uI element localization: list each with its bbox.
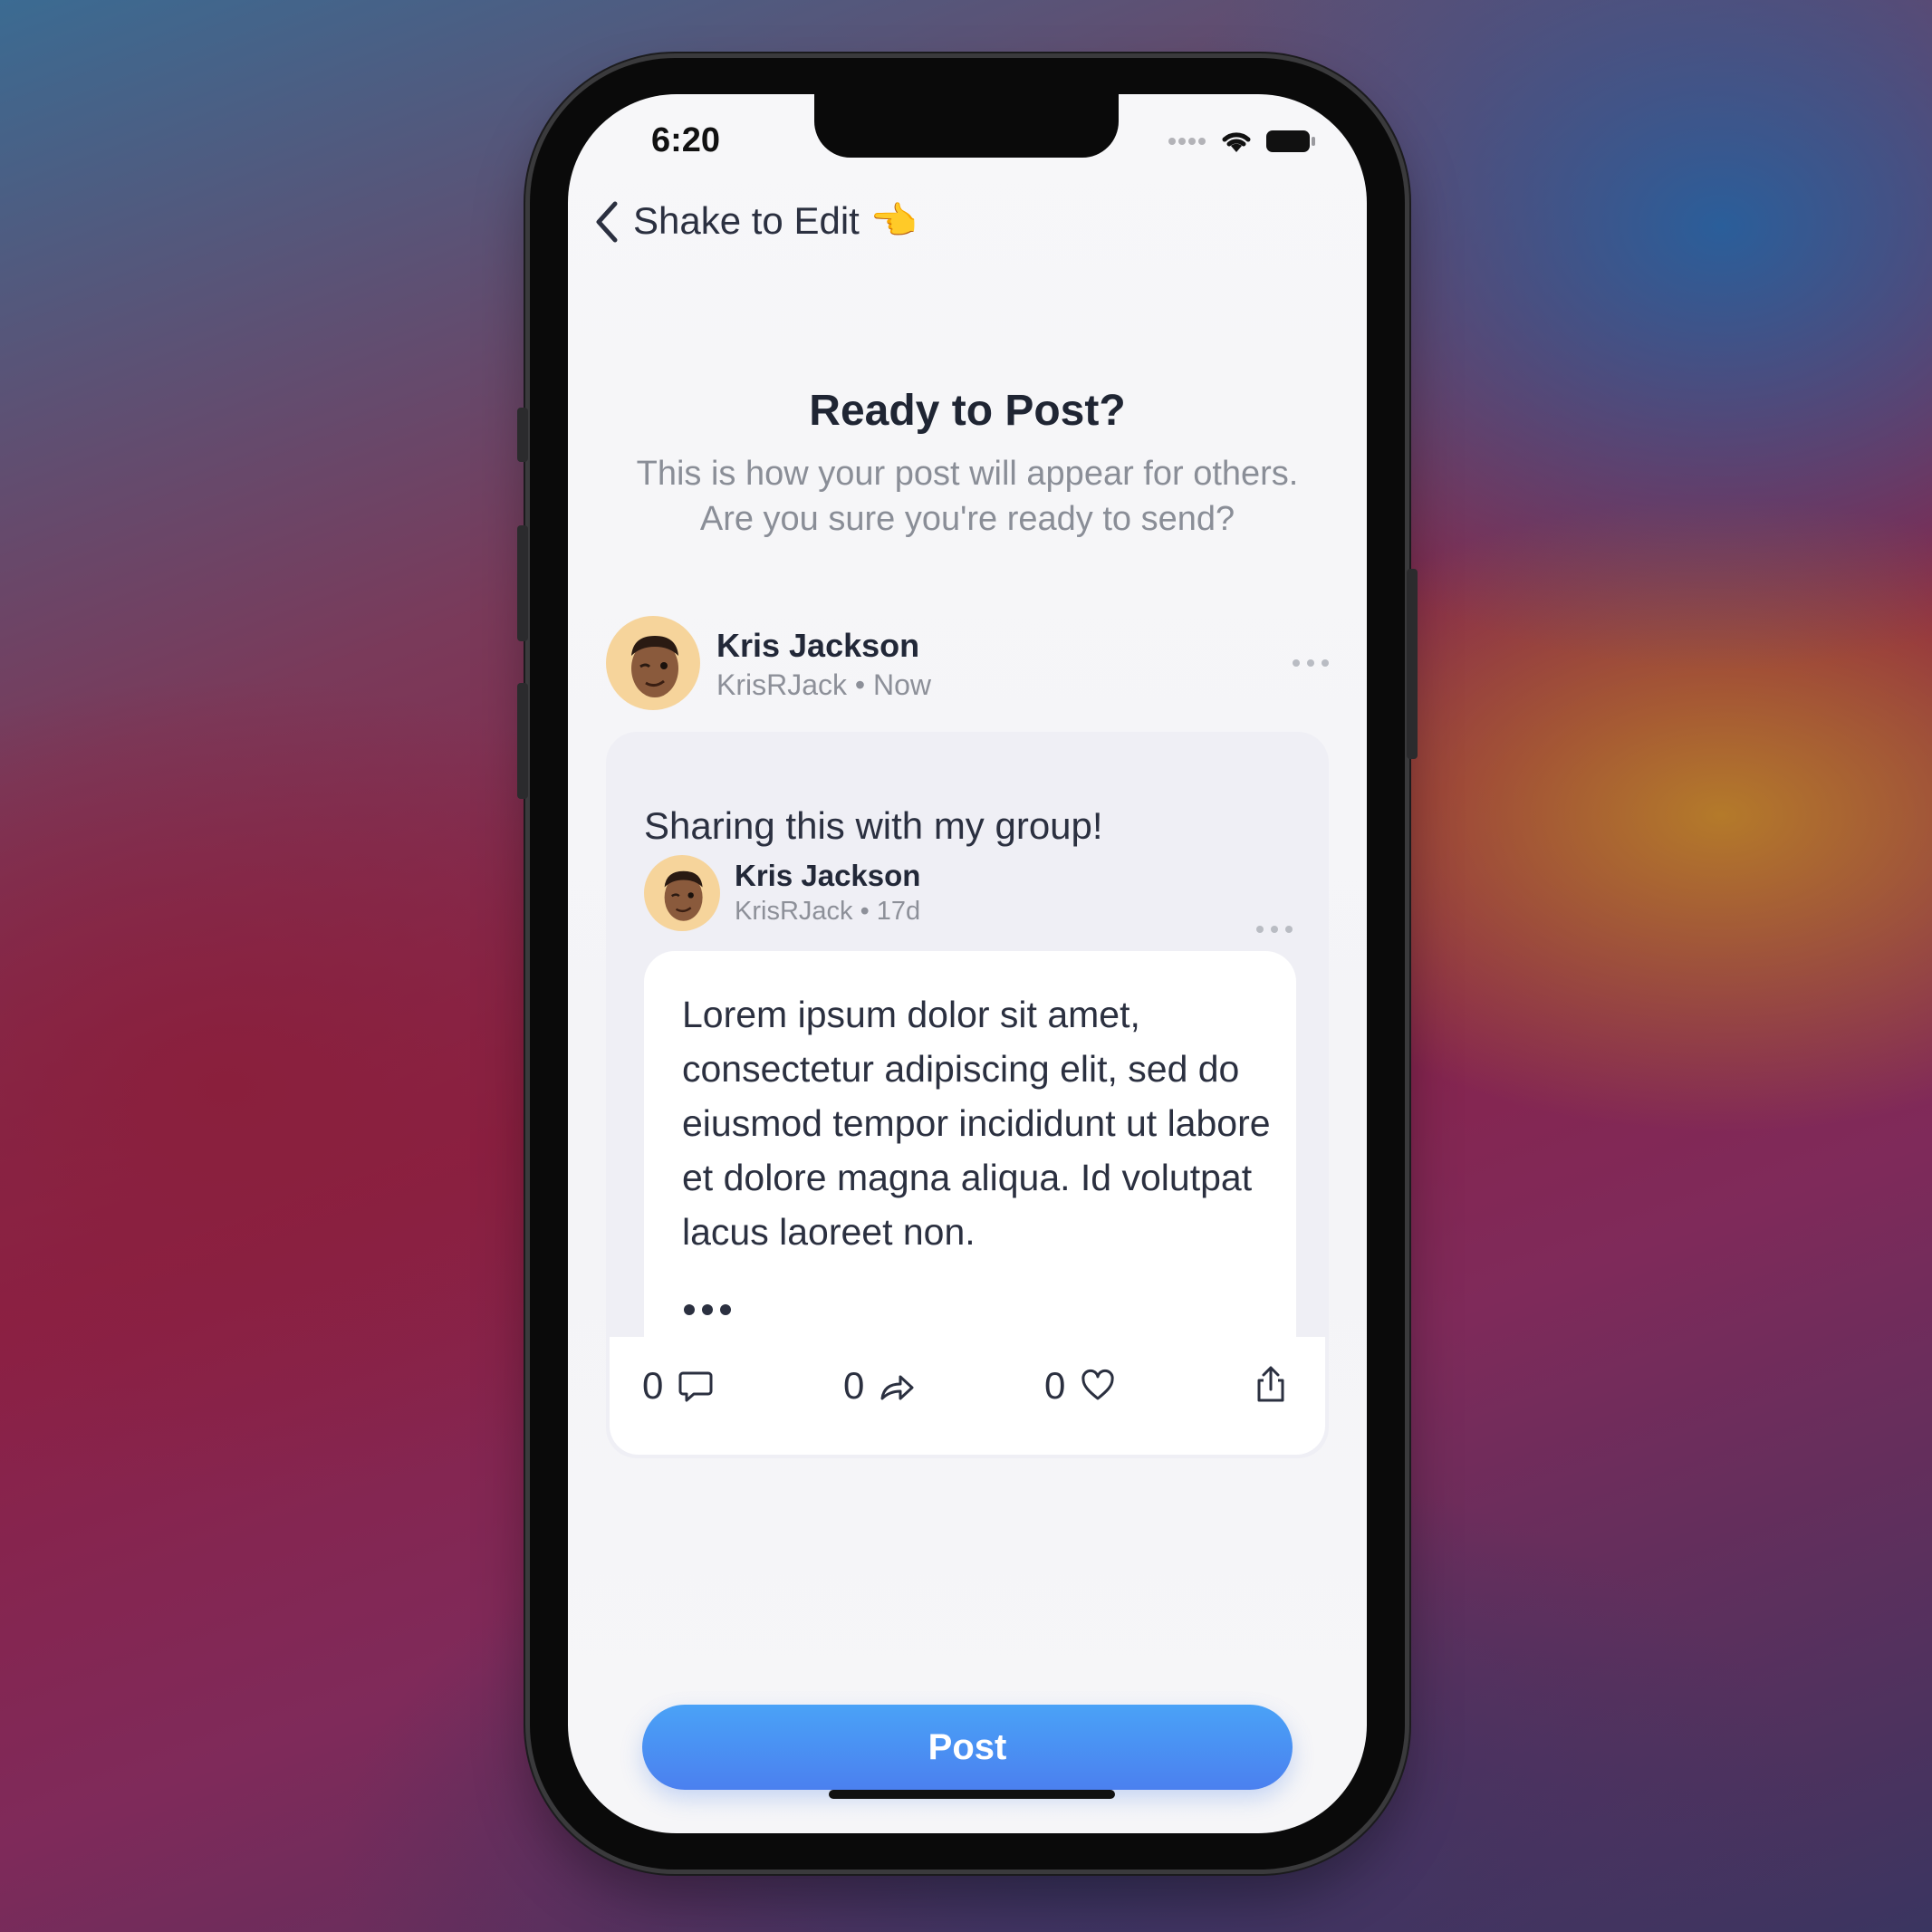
comment-count: 0	[642, 1364, 664, 1407]
page-subtitle: This is how your post will appear for ot…	[604, 451, 1331, 542]
shared-author-name[interactable]: Kris Jackson	[735, 859, 920, 893]
post-menu-button[interactable]	[1293, 659, 1329, 667]
notch	[814, 94, 1119, 158]
chevron-left-icon	[596, 201, 618, 242]
status-icons	[1168, 129, 1316, 154]
more-dot	[1285, 926, 1293, 933]
avatar-memoji	[631, 636, 678, 697]
mute-switch	[517, 408, 528, 462]
more-dots-icon	[1293, 659, 1300, 667]
page-title: Ready to Post?	[809, 387, 1126, 435]
author-meta: KrisRJack • Now	[716, 668, 932, 701]
subtitle-line-1: This is how your post will appear for ot…	[636, 455, 1299, 493]
like-count: 0	[1044, 1364, 1066, 1407]
shared-post-body[interactable]: Lorem ipsum dolor sit amet, consectetur …	[644, 951, 1296, 1371]
post-text: Sharing this with my group!	[644, 804, 1103, 847]
post-actions: 0 0 0	[610, 1337, 1325, 1455]
shared-avatar[interactable]	[644, 855, 720, 931]
repost-count: 0	[843, 1364, 865, 1407]
show-more-button[interactable]	[684, 1304, 731, 1315]
avatar[interactable]	[606, 616, 700, 710]
volume-down-button	[517, 683, 528, 799]
comment-icon	[678, 1371, 713, 1402]
like-button[interactable]: 0	[1044, 1364, 1116, 1408]
back-label: Shake to Edit 👈	[633, 199, 918, 242]
more-dots-icon	[1256, 926, 1264, 933]
signal-dots-icon	[1168, 138, 1206, 145]
home-indicator[interactable]	[829, 1790, 1115, 1799]
volume-up-button	[517, 525, 528, 641]
wifi-icon	[1222, 132, 1251, 152]
battery-icon	[1266, 130, 1315, 152]
ellipsis-dot	[702, 1304, 713, 1315]
repost-button[interactable]: 0	[843, 1364, 915, 1408]
shared-author-meta: KrisRJack • 17d	[735, 897, 921, 926]
repost-icon	[880, 1375, 914, 1400]
status-time: 6:20	[651, 121, 721, 159]
more-dot	[1322, 659, 1329, 667]
more-dot	[1271, 926, 1278, 933]
share-button[interactable]	[1253, 1364, 1289, 1404]
comment-button[interactable]: 0	[642, 1364, 714, 1408]
post-card: Sharing this with my group! Kris Jackson…	[606, 732, 1329, 1458]
back-button[interactable]: Shake to Edit 👈	[593, 199, 918, 244]
author-name[interactable]: Kris Jackson	[716, 627, 919, 665]
phone-frame: 6:20 Shake to Edit 👈 Ready to Post? This…	[517, 58, 1418, 1870]
ellipsis-icon	[684, 1304, 695, 1315]
post-button[interactable]: Post	[642, 1705, 1293, 1790]
ellipsis-dot	[720, 1304, 731, 1315]
screen: 6:20 Shake to Edit 👈 Ready to Post? This…	[568, 94, 1367, 1833]
share-icon	[1257, 1366, 1284, 1402]
subtitle-line-2: Are you sure you're ready to send?	[699, 500, 1235, 538]
shared-post-text: Lorem ipsum dolor sit amet, consectetur …	[682, 994, 1271, 1253]
more-dot	[1307, 659, 1314, 667]
avatar-memoji	[664, 870, 703, 921]
shared-post-menu-button[interactable]	[1256, 926, 1293, 933]
heart-icon	[1081, 1369, 1114, 1400]
power-button	[1407, 569, 1418, 759]
